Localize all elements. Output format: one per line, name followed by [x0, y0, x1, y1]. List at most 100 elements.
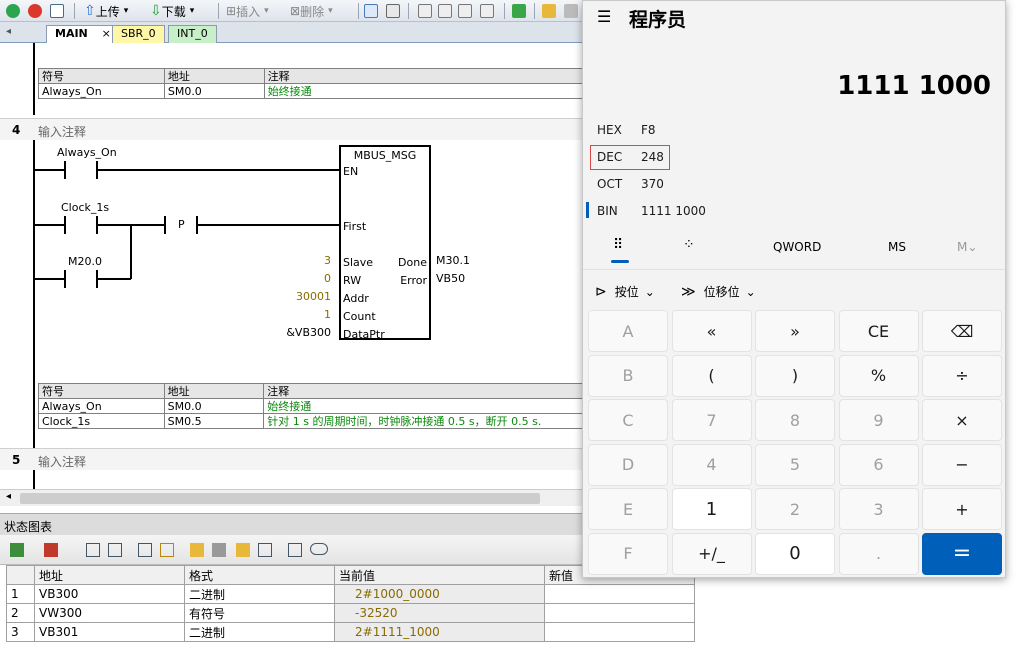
- unlock-icon[interactable]: [564, 2, 578, 20]
- key-8[interactable]: 8: [755, 399, 835, 441]
- key-9[interactable]: 9: [838, 399, 919, 441]
- radix-bin[interactable]: BIN 1111 1000: [597, 204, 706, 218]
- upload-button[interactable]: ⇧ 上传 ▾: [84, 2, 128, 20]
- key-close-paren[interactable]: ): [755, 354, 835, 397]
- memory-store-button[interactable]: MS: [888, 240, 906, 254]
- network-4-header[interactable]: 4 输入注释: [0, 118, 583, 140]
- key-3[interactable]: 3: [838, 488, 919, 530]
- scroll-left-icon[interactable]: ◂: [6, 491, 11, 502]
- options-icon[interactable]: [310, 543, 328, 555]
- radix-dec[interactable]: DEC 248: [597, 150, 664, 164]
- lock-icon[interactable]: [542, 2, 556, 20]
- table-row[interactable]: 3 VB301 二进制 2#1111_1000: [6, 622, 695, 642]
- slave-value[interactable]: 3: [324, 254, 331, 267]
- network-comment[interactable]: 输入注释: [38, 123, 86, 140]
- pencil-icon[interactable]: [160, 543, 174, 557]
- key-d[interactable]: D: [588, 443, 668, 486]
- key-minus[interactable]: −: [922, 443, 1002, 486]
- chevron-down-icon: ⌄: [745, 284, 756, 299]
- power-rail: [33, 43, 35, 115]
- key-clear-entry[interactable]: CE: [838, 310, 919, 352]
- key-decimal[interactable]: .: [838, 532, 919, 575]
- horizontal-scrollbar[interactable]: ◂: [0, 489, 583, 506]
- symbol-table-network4: 符号 地址 注释 Always_On SM0.0 始终接通 Clock_1s S…: [38, 383, 583, 429]
- monitor-icon[interactable]: [86, 543, 100, 557]
- keypad-icon[interactable]: ⠿: [613, 237, 623, 253]
- key-5[interactable]: 5: [755, 443, 835, 486]
- key-1[interactable]: 1: [671, 488, 752, 530]
- network-icon[interactable]: [364, 2, 378, 20]
- key-shift-right[interactable]: »: [755, 310, 835, 352]
- key-2[interactable]: 2: [755, 488, 835, 530]
- run-icon[interactable]: [6, 2, 20, 20]
- bit-toggle-icon[interactable]: ⁘: [683, 237, 695, 253]
- key-b[interactable]: B: [588, 354, 668, 397]
- mbus-msg-block[interactable]: MBUS_MSG EN First Slave RW Addr Count Da…: [339, 145, 431, 341]
- count-value[interactable]: 1: [324, 308, 331, 321]
- symbol-table-network3: 符号 地址 注释 Always_On SM0.0 始终接通: [38, 68, 583, 99]
- scrollbar-thumb[interactable]: [20, 493, 540, 504]
- tab-sbr0[interactable]: SBR_0: [112, 25, 165, 43]
- bitwise-dropdown[interactable]: ⊳ 按位 ⌄: [595, 283, 655, 300]
- pause-icon[interactable]: [108, 543, 122, 557]
- table-row[interactable]: 2 VW300 有符号 -32520: [6, 603, 695, 623]
- dataptr-value[interactable]: &VB300: [286, 326, 331, 339]
- unlock-icon[interactable]: [212, 543, 226, 557]
- delete-row-icon[interactable]: [44, 543, 58, 557]
- network2-icon[interactable]: [386, 2, 400, 20]
- bitshift-dropdown[interactable]: ≫ 位移位 ⌄: [681, 283, 756, 300]
- key-f[interactable]: F: [588, 532, 668, 575]
- coil-icon[interactable]: [438, 2, 452, 20]
- key-multiply[interactable]: ×: [922, 399, 1002, 441]
- main-toolbar: ⇧ 上传 ▾ ⇩ 下载 ▾ ⊞ 插入 ▾ ⊠ 删除 ▾: [0, 0, 590, 22]
- box-icon[interactable]: [458, 2, 472, 20]
- key-open-paren[interactable]: (: [671, 354, 752, 397]
- table-row[interactable]: 1 VB300 二进制 2#1000_0000: [6, 584, 695, 604]
- ladder-editor[interactable]: 符号 地址 注释 Always_On SM0.0 始终接通 4 输入注释 Alw…: [0, 43, 583, 506]
- close-icon[interactable]: ×: [102, 27, 111, 40]
- go-icon[interactable]: [512, 2, 526, 20]
- key-backspace[interactable]: ⌫: [922, 310, 1002, 352]
- key-a[interactable]: A: [588, 310, 668, 352]
- key-7[interactable]: 7: [671, 399, 752, 441]
- lock-icon[interactable]: [190, 543, 204, 557]
- error-value[interactable]: VB50: [436, 272, 465, 285]
- add-row-icon[interactable]: [10, 543, 24, 557]
- table-header: 符号 地址 注释: [38, 68, 583, 84]
- addr-value[interactable]: 30001: [296, 290, 331, 303]
- done-value[interactable]: M30.1: [436, 254, 470, 267]
- key-negate[interactable]: +/_: [671, 532, 752, 575]
- delete-button[interactable]: ⊠ 删除 ▾: [290, 2, 333, 20]
- trend-icon[interactable]: [288, 543, 302, 557]
- word-size-button[interactable]: QWORD: [773, 240, 821, 254]
- key-divide[interactable]: ÷: [922, 354, 1002, 397]
- rw-value[interactable]: 0: [324, 272, 331, 285]
- compile-icon[interactable]: [50, 2, 64, 20]
- force-read-icon[interactable]: [258, 543, 272, 557]
- insert-button[interactable]: ⊞ 插入 ▾: [226, 2, 269, 20]
- menu-icon[interactable]: ☰: [597, 7, 611, 26]
- key-percent[interactable]: %: [838, 354, 919, 397]
- glasses-icon[interactable]: [138, 543, 152, 557]
- key-4[interactable]: 4: [671, 443, 752, 486]
- tab-main[interactable]: MAIN ×: [46, 25, 120, 43]
- key-6[interactable]: 6: [838, 443, 919, 486]
- download-button[interactable]: ⇩ 下载 ▾: [150, 2, 194, 20]
- key-plus[interactable]: +: [922, 488, 1002, 530]
- tab-int0[interactable]: INT_0: [168, 25, 217, 43]
- key-shift-left[interactable]: «: [671, 310, 752, 352]
- pin-count: Count: [343, 310, 376, 323]
- key-0[interactable]: 0: [755, 532, 835, 575]
- timer-icon[interactable]: [480, 2, 494, 20]
- contact-icon[interactable]: [418, 2, 432, 20]
- force-icon[interactable]: [236, 543, 250, 557]
- network-5-header[interactable]: 5 输入注释: [0, 448, 583, 470]
- network-comment[interactable]: 输入注释: [38, 453, 86, 470]
- stop-icon[interactable]: [28, 2, 42, 20]
- radix-oct[interactable]: OCT 370: [597, 177, 664, 191]
- key-e[interactable]: E: [588, 488, 668, 530]
- tab-scroll-left-icon[interactable]: ◂: [6, 26, 11, 37]
- key-equals[interactable]: =: [922, 532, 1002, 575]
- key-c[interactable]: C: [588, 399, 668, 441]
- radix-hex[interactable]: HEX F8: [597, 123, 656, 137]
